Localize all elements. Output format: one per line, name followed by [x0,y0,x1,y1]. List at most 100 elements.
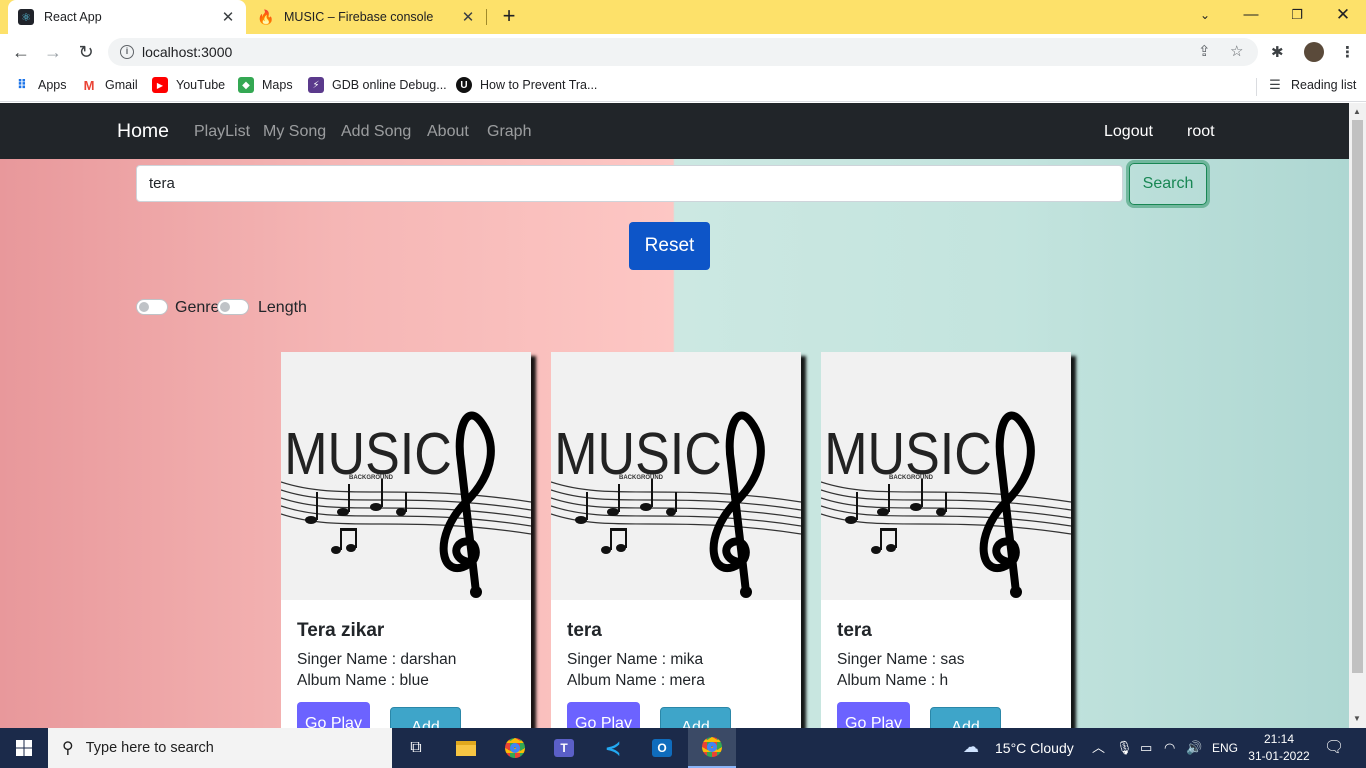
url-text: localhost:3000 [142,44,233,60]
bookmark-how-to-prevent[interactable]: U How to Prevent Tra... [456,77,597,93]
bookmark-youtube[interactable]: ▶ YouTube [152,77,225,93]
scrollbar-thumb[interactable] [1352,120,1363,673]
extensions-icon[interactable]: ✱ [1271,43,1284,61]
bookmark-apps[interactable]: ⠿ Apps [14,77,67,93]
tab-firebase-console[interactable]: 🔥 MUSIC – Firebase console ✕ [248,0,486,34]
search-button[interactable]: Search [1129,163,1207,205]
close-tab-icon[interactable]: ✕ [220,8,236,26]
profile-avatar[interactable] [1304,42,1324,62]
bookmark-maps[interactable]: ◆ Maps [238,77,293,93]
reading-list-label: Reading list [1291,78,1357,92]
language-indicator[interactable]: ENG [1212,728,1238,768]
clock-date: 31-01-2022 [1248,749,1310,763]
go-play-button[interactable]: Go Play [567,702,640,728]
react-icon: ⚛ [18,9,34,25]
song-title: tera [567,620,602,641]
chrome-icon[interactable] [491,728,539,768]
nav-add-song[interactable]: Add Song [341,123,411,141]
address-bar[interactable]: i localhost:3000 ⇪ ☆ [108,38,1258,66]
reading-list-icon: ☰ [1269,77,1281,92]
udemy-icon: U [456,77,472,93]
clock[interactable]: 21:14 31-01-2022 [1248,731,1310,765]
bookmark-gdb[interactable]: ⚡ GDB online Debug... [308,77,447,93]
browser-toolbar: ← → ↻ i localhost:3000 ⇪ ☆ ✱ ⋮ [0,34,1366,70]
tab-react-app[interactable]: ⚛ React App ✕ [8,0,246,34]
taskbar-search-box[interactable]: ⚲ Type here to search [48,728,392,768]
nav-home[interactable]: Home [117,120,169,143]
windows-start-icon[interactable] [0,728,48,768]
art-subtitle: BACKGROUND [619,475,664,481]
nav-my-song[interactable]: My Song [263,123,326,141]
app-navbar: Home PlayList My Song Add Song About Gra… [0,103,1349,159]
nav-graph[interactable]: Graph [487,123,531,141]
search-icon: ⚲ [62,740,74,757]
tab-search-icon[interactable]: ⌄ [1182,0,1228,30]
go-play-button[interactable]: Go Play [297,702,370,728]
reset-button[interactable]: Reset [629,222,710,270]
reload-icon[interactable]: ↻ [73,40,99,64]
site-info-icon[interactable]: i [120,45,134,59]
bookmark-label: Maps [262,78,293,92]
weather-icon[interactable]: ☁ [963,728,979,768]
scroll-down-icon[interactable]: ▼ [1353,714,1361,723]
music-artwork-icon: MUSIC BACKGROUND [821,352,1071,600]
scroll-up-icon[interactable]: ▲ [1353,107,1361,116]
reading-list[interactable]: ☰ Reading list [1267,77,1356,93]
add-button[interactable]: Add [660,707,731,728]
genre-toggle[interactable] [136,299,168,315]
restore-button[interactable]: ❐ [1274,0,1320,30]
battery-icon[interactable]: ▭ [1140,728,1152,768]
go-play-button[interactable]: Go Play [837,702,910,728]
close-window-button[interactable]: ✕ [1320,0,1366,30]
forward-icon[interactable]: → [40,40,66,64]
singer-name: Singer Name : darshan [297,651,457,668]
search-input[interactable]: tera [136,165,1123,202]
notifications-icon[interactable]: 🗨 [1324,728,1344,768]
singer-name: Singer Name : mika [567,651,704,668]
bookmark-gmail[interactable]: M Gmail [81,77,138,93]
minimize-button[interactable]: — [1228,0,1274,30]
taskbar-search-placeholder: Type here to search [85,740,214,756]
share-icon[interactable]: ⇪ [1198,42,1211,60]
menu-icon[interactable]: ⋮ [1340,43,1355,61]
bookmark-label: YouTube [176,78,226,92]
length-label: Length [258,299,307,316]
nav-logout[interactable]: Logout [1104,123,1153,141]
nav-playlist[interactable]: PlayList [194,123,250,141]
volume-icon[interactable]: 🔊 [1186,728,1202,768]
wifi-icon[interactable]: ◠ [1164,728,1175,768]
new-tab-button[interactable]: + [496,5,522,29]
back-icon[interactable]: ← [8,40,34,64]
file-explorer-icon[interactable] [442,728,490,768]
page-scrollbar[interactable]: ▲ ▼ [1349,103,1366,728]
show-hidden-icons[interactable]: ︿ [1092,728,1105,768]
youtube-icon: ▶ [152,77,168,93]
maps-icon: ◆ [238,77,254,93]
album-name: Album Name : mera [567,672,705,689]
music-cover-image: MUSIC BACKGROUND [551,352,801,600]
close-tab-icon[interactable]: ✕ [460,8,476,26]
weather-text[interactable]: 15°C Cloudy [995,728,1074,768]
browser-tabstrip: ⚛ React App ✕ 🔥 MUSIC – Firebase console… [0,0,1366,34]
art-subtitle: BACKGROUND [889,475,934,481]
bookmark-separator [1256,78,1257,96]
length-toggle[interactable] [217,299,249,315]
outlook-icon[interactable]: O [638,728,686,768]
nav-about[interactable]: About [427,123,469,141]
song-title: Tera zikar [297,620,385,641]
tab-title: React App [44,10,102,24]
nav-user[interactable]: root [1187,123,1215,141]
music-cover-image: MUSIC BACKGROUND [821,352,1071,600]
genre-label: Genre [175,299,220,316]
add-button[interactable]: Add [390,707,461,728]
chrome-active-icon[interactable] [688,728,736,768]
vscode-icon[interactable]: ≺ [589,728,637,768]
add-button[interactable]: Add [930,707,1001,728]
teams-icon[interactable]: T [540,728,588,768]
microphone-icon[interactable]: 🎙 [1116,728,1133,768]
bookmark-star-icon[interactable]: ☆ [1230,42,1243,60]
task-view-icon[interactable]: ⧉ [392,728,440,768]
apps-grid-icon: ⠿ [16,77,28,92]
clock-time: 21:14 [1263,732,1295,746]
music-artwork-icon: MUSIC BACKGROUND [281,352,531,600]
